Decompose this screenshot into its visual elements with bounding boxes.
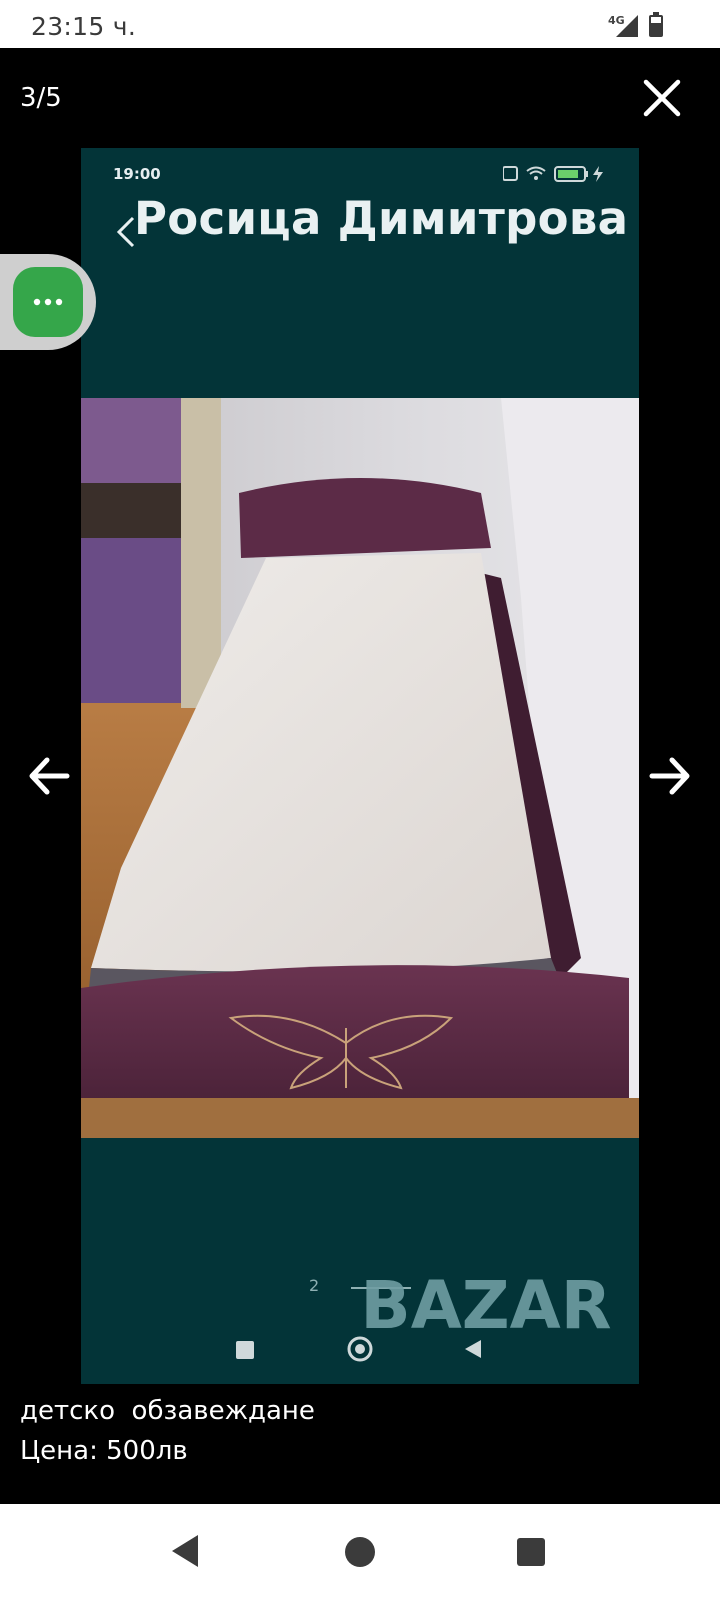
photo-inner-back-triangle-icon [465, 1340, 481, 1358]
listing-title: детско обзавеждане [20, 1396, 315, 1426]
arrow-left-icon[interactable] [27, 754, 71, 798]
system-nav-bar [0, 1504, 720, 1600]
listing-photo: 19:00 Росица Димитрова 2 BAZAR [81, 148, 639, 1384]
bazar-watermark: BAZAR [351, 1267, 612, 1344]
signal-icon [616, 15, 638, 37]
photo-inner-contact-name: Росица Димитрова [134, 192, 629, 245]
watermark-text: BAZAR [360, 1267, 611, 1344]
more-dots-icon [33, 298, 63, 306]
recents-square-icon[interactable] [517, 1538, 545, 1566]
battery-icon [649, 12, 663, 37]
photo-inner-recents-icon [236, 1341, 254, 1359]
photo-inner-time: 19:00 [113, 165, 161, 183]
home-circle-icon[interactable] [345, 1537, 375, 1567]
image-counter: 3/5 [20, 83, 62, 113]
photo-inner-status-icons [503, 166, 603, 182]
chat-button[interactable] [13, 267, 83, 337]
close-icon[interactable] [642, 78, 682, 118]
status-bar: 23:15 ч. 4G [0, 0, 720, 48]
floating-chat-bubble[interactable] [0, 254, 96, 350]
back-triangle-icon[interactable] [170, 1533, 200, 1569]
arrow-right-icon[interactable] [648, 754, 692, 798]
listing-price: Цена: 500лв [20, 1436, 188, 1466]
photo-inner-pager-label: 2 [309, 1276, 320, 1295]
photo-inner-home-icon [347, 1336, 373, 1362]
status-time: 23:15 ч. [31, 12, 137, 41]
bed-photo [81, 398, 639, 1138]
